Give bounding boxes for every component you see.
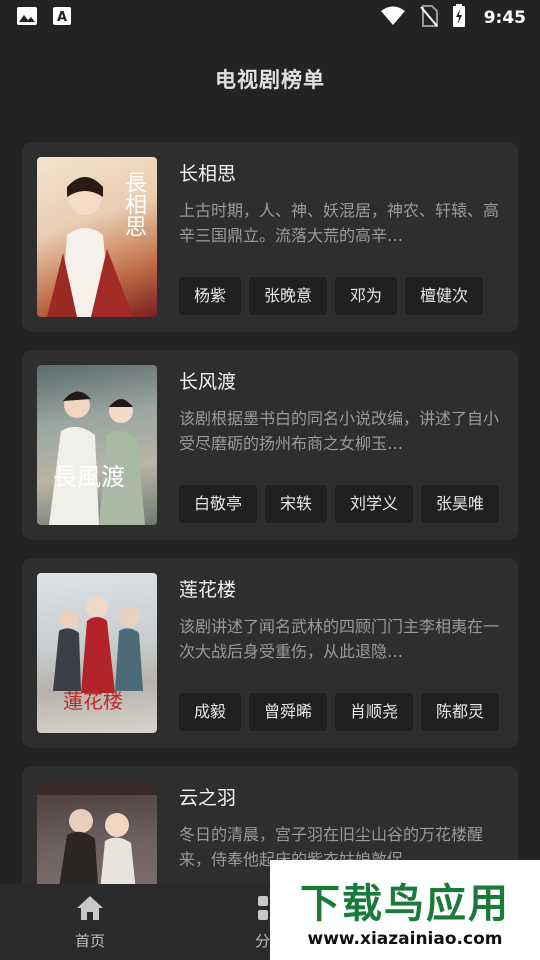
svg-text:A: A bbox=[57, 10, 67, 25]
cast-tag[interactable]: 陈都灵 bbox=[421, 693, 500, 731]
watermark-url: www.xiazainiao.com bbox=[307, 929, 503, 949]
cast-tag[interactable]: 张昊唯 bbox=[421, 485, 500, 523]
no-sim-icon bbox=[419, 5, 438, 31]
cast-tag[interactable]: 杨紫 bbox=[179, 277, 242, 315]
cast-tag[interactable]: 宋轶 bbox=[265, 485, 328, 523]
watermark-logo: 下载鸟应用 www.xiazainiao.com bbox=[270, 860, 540, 960]
cast-tags: 白敬亭 宋轶 刘学义 张昊唯 bbox=[179, 485, 503, 523]
app-bar: 电视剧榜单 bbox=[0, 36, 540, 122]
cast-tag[interactable]: 檀健次 bbox=[405, 277, 484, 315]
drama-title: 长相思 bbox=[179, 163, 237, 185]
cast-tag[interactable]: 成毅 bbox=[179, 693, 242, 731]
poster-image bbox=[37, 781, 157, 884]
cast-tag[interactable]: 肖顺尧 bbox=[335, 693, 414, 731]
poster-image: 長相思 bbox=[37, 157, 157, 317]
battery-charging-icon bbox=[452, 4, 466, 32]
wifi-icon bbox=[380, 6, 406, 30]
tab-label: 首页 bbox=[74, 931, 105, 950]
text-a-icon: A bbox=[52, 6, 72, 30]
drama-card[interactable]: 長風渡 长风渡 该剧根据墨书白的同名小说改编，讲述了自小受尽磨砺的扬州布商之女柳… bbox=[22, 350, 518, 540]
cast-tag[interactable]: 白敬亭 bbox=[179, 485, 258, 523]
cast-tag[interactable]: 曾舜晞 bbox=[249, 693, 328, 731]
drama-title: 云之羽 bbox=[179, 787, 237, 809]
page-title: 电视剧榜单 bbox=[215, 68, 325, 92]
drama-description: 该剧根据墨书白的同名小说改编，讲述了自小受尽磨砺的扬州布商之女柳玉… bbox=[179, 409, 500, 453]
watermark-title: 下载鸟应用 bbox=[300, 881, 510, 927]
drama-list[interactable]: 長相思 长相思 上古时期，人、神、妖混居，神农、轩辕、高辛三国鼎立。流落大荒的高… bbox=[0, 124, 540, 884]
status-bar: A 9:45 bbox=[0, 0, 540, 36]
poster-image: 蓮花楼 bbox=[37, 573, 157, 733]
drama-title: 莲花楼 bbox=[179, 579, 237, 601]
clock: 9:45 bbox=[483, 8, 526, 28]
drama-description: 上古时期，人、神、妖混居，神农、轩辕、高辛三国鼎立。流落大荒的高辛… bbox=[179, 201, 500, 245]
home-icon bbox=[75, 894, 105, 926]
image-icon bbox=[16, 6, 38, 30]
cast-tags: 杨紫 张晚意 邓为 檀健次 bbox=[179, 277, 503, 315]
drama-description: 该剧讲述了闻名武林的四顾门门主李相夷在一次大战后身受重伤，从此退隐… bbox=[179, 617, 500, 661]
cast-tag[interactable]: 邓为 bbox=[335, 277, 398, 315]
poster-image: 長風渡 bbox=[37, 365, 157, 525]
drama-card[interactable]: 蓮花楼 莲花楼 该剧讲述了闻名武林的四顾门门主李相夷在一次大战后身受重伤，从此退… bbox=[22, 558, 518, 748]
tab-home[interactable]: 首页 bbox=[0, 884, 180, 960]
cast-tag[interactable]: 刘学义 bbox=[335, 485, 414, 523]
drama-card[interactable]: 長相思 长相思 上古时期，人、神、妖混居，神农、轩辕、高辛三国鼎立。流落大荒的高… bbox=[22, 142, 518, 332]
drama-title: 长风渡 bbox=[179, 371, 237, 393]
cast-tags: 成毅 曾舜晞 肖顺尧 陈都灵 bbox=[179, 693, 503, 731]
cast-tag[interactable]: 张晚意 bbox=[249, 277, 328, 315]
